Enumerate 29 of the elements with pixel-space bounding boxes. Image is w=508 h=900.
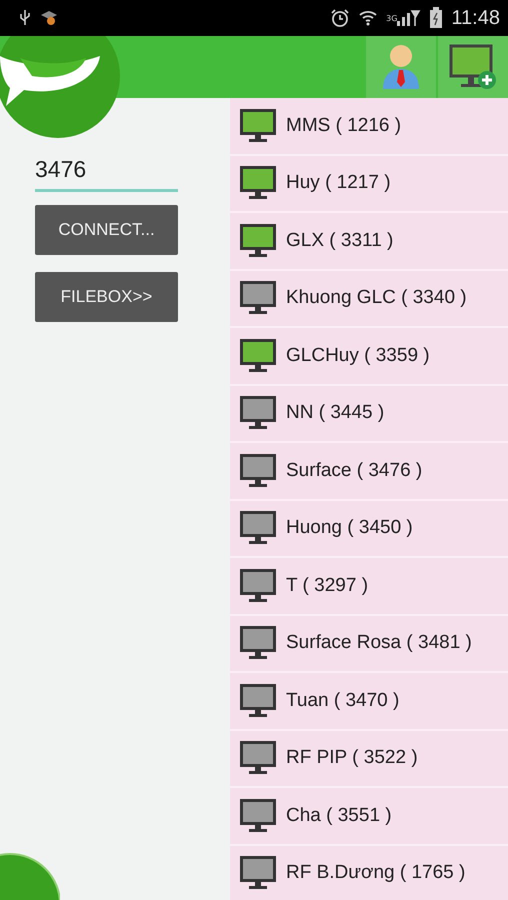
person-icon bbox=[381, 43, 421, 91]
monitor-add-icon bbox=[449, 44, 497, 90]
computer-list-item[interactable]: T ( 3297 ) bbox=[230, 558, 508, 616]
computer-list-item[interactable]: Huong ( 3450 ) bbox=[230, 500, 508, 558]
computer-list-item[interactable]: RF PIP ( 3522 ) bbox=[230, 730, 508, 788]
profile-button[interactable] bbox=[366, 36, 436, 98]
alarm-icon bbox=[330, 8, 350, 28]
clock-time: 11:48 bbox=[451, 6, 500, 30]
computer-list-item[interactable]: Huy ( 1217 ) bbox=[230, 156, 508, 213]
id-input-field[interactable]: 3476 bbox=[35, 156, 178, 192]
computer-list-item[interactable]: GLCHuy ( 3359 ) bbox=[230, 328, 508, 386]
wifi-icon bbox=[358, 9, 378, 27]
signal-icon bbox=[397, 9, 422, 27]
notification-icon bbox=[40, 10, 58, 26]
computer-list-item[interactable]: GLX ( 3311 ) bbox=[230, 213, 508, 270]
computer-list-item[interactable]: Surface Rosa ( 3481 ) bbox=[230, 616, 508, 673]
action-button[interactable]: FILEBOX>> bbox=[35, 272, 178, 322]
computer-list-item[interactable]: Cha ( 3551 ) bbox=[230, 788, 508, 846]
network-type: 3G bbox=[386, 14, 398, 22]
add-computer-button[interactable] bbox=[438, 36, 508, 98]
computer-list-item[interactable]: Surface ( 3476 ) bbox=[230, 443, 508, 500]
computer-list-item[interactable]: Tuan ( 3470 ) bbox=[230, 673, 508, 730]
action-button[interactable]: CONNECT... bbox=[35, 205, 178, 255]
usb-icon bbox=[18, 9, 32, 27]
computer-list-item[interactable]: NN ( 3445 ) bbox=[230, 386, 508, 443]
battery-icon bbox=[429, 7, 444, 29]
computer-list-item[interactable]: MMS ( 1216 ) bbox=[230, 98, 508, 156]
computer-list-item[interactable]: RF B.Dương ( 1765 ) bbox=[230, 846, 508, 900]
computer-list-item[interactable]: Khuong GLC ( 3340 ) bbox=[230, 270, 508, 328]
